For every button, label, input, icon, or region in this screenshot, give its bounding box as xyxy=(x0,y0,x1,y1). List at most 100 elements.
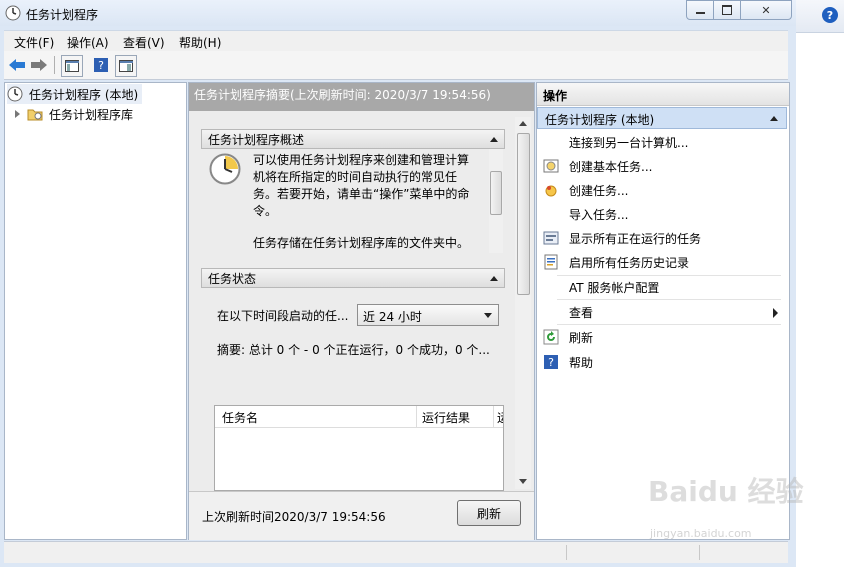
action-label: AT 服务帐户配置 xyxy=(569,280,660,295)
action-refresh[interactable]: 刷新 xyxy=(537,325,789,349)
action-label: 刷新 xyxy=(569,330,594,345)
close-button[interactable]: ✕ xyxy=(740,0,792,20)
filter-label: 在以下时间段启动的任... xyxy=(217,309,349,323)
blank-icon xyxy=(543,304,559,320)
actions-header-text: 操作 xyxy=(543,89,568,103)
action-show-running[interactable]: 显示所有正在运行的任务 xyxy=(537,226,789,250)
overview-scrollbar[interactable] xyxy=(489,149,503,253)
actions-header: 操作 xyxy=(537,83,789,106)
menu-action[interactable]: 操作(A) xyxy=(67,34,109,51)
blank-icon xyxy=(543,279,559,295)
summary-pane: 任务计划程序摘要(上次刷新时间: 2020/3/7 19:54:56) 任务计划… xyxy=(188,82,535,540)
clock-icon xyxy=(5,5,21,21)
history-icon xyxy=(543,254,559,270)
scrollbar-thumb[interactable] xyxy=(517,133,530,295)
action-create-task[interactable]: 创建任务... xyxy=(537,178,789,202)
help-icon[interactable]: ? xyxy=(822,7,838,23)
collapse-arrow-icon[interactable] xyxy=(770,116,778,121)
column-divider[interactable] xyxy=(416,406,417,427)
tree-item-library[interactable]: 任务计划程序库 xyxy=(15,104,133,124)
status-section-header[interactable]: 任务状态 xyxy=(201,268,505,288)
menu-help[interactable]: 帮助(H) xyxy=(179,34,221,51)
task-table: 任务名 运行结果 运 xyxy=(214,405,504,491)
forward-arrow-icon[interactable] xyxy=(29,55,49,75)
column-divider[interactable] xyxy=(493,406,494,427)
refresh-bar: 上次刷新时间2020/3/7 19:54:56 刷新 xyxy=(189,491,534,540)
console-tree-pane: 任务计划程序 (本地) 任务计划程序库 xyxy=(4,82,187,540)
maximize-icon xyxy=(722,5,732,15)
overview-text-2: 任务存储在任务计划程序库的文件夹中。 xyxy=(253,236,470,250)
toolbar: ? xyxy=(4,51,788,80)
summary-header-text: 任务计划程序摘要(上次刷新时间: 2020/3/7 19:54:56) xyxy=(194,88,491,102)
clock-large-icon xyxy=(209,153,241,185)
back-arrow-icon[interactable] xyxy=(7,55,27,75)
running-tasks-icon xyxy=(543,230,559,246)
status-divider xyxy=(699,545,700,560)
blank-icon xyxy=(543,134,559,150)
action-at-service-config[interactable]: AT 服务帐户配置 xyxy=(537,275,789,299)
status-title: 任务状态 xyxy=(208,271,257,286)
time-range-value: 近 24 小时 xyxy=(363,310,422,324)
title-bar: 任务计划程序 ✕ xyxy=(0,0,796,26)
action-label: 连接到另一台计算机... xyxy=(569,135,689,150)
menu-view[interactable]: 查看(V) xyxy=(123,34,165,51)
maximize-button[interactable] xyxy=(713,0,741,20)
toolbar-separator xyxy=(54,56,55,74)
time-range-select[interactable]: 近 24 小时 xyxy=(357,304,499,326)
action-pane-icon[interactable] xyxy=(115,55,137,77)
actions-group-header[interactable]: 任务计划程序 (本地) xyxy=(537,107,787,129)
collapse-arrow-icon[interactable] xyxy=(490,275,498,281)
minimize-button[interactable] xyxy=(686,0,714,20)
action-label: 创建基本任务... xyxy=(569,159,653,174)
last-refresh-text: 上次刷新时间2020/3/7 19:54:56 xyxy=(202,510,386,524)
action-help[interactable]: ? 帮助 xyxy=(537,350,789,374)
refresh-button-label: 刷新 xyxy=(476,506,501,521)
action-label: 启用所有任务历史记录 xyxy=(569,255,690,270)
overview-body: 可以使用任务计划程序来创建和管理计算机将在所指定的时间自动执行的常见任务。若要开… xyxy=(201,149,505,255)
create-basic-task-icon xyxy=(543,158,559,174)
expand-arrow-icon[interactable] xyxy=(15,110,20,118)
action-label: 创建任务... xyxy=(569,183,629,198)
action-label: 显示所有正在运行的任务 xyxy=(569,231,702,246)
action-view[interactable]: 查看 xyxy=(537,300,789,324)
create-task-icon xyxy=(543,182,559,198)
tree-item-label: 任务计划程序库 xyxy=(49,107,134,122)
submenu-arrow-icon xyxy=(773,308,778,318)
status-summary: 摘要: 总计 0 个 - 0 个正在运行，0 个成功，0 个... xyxy=(217,343,490,357)
window-title: 任务计划程序 xyxy=(26,8,99,22)
scrollbar-thumb[interactable] xyxy=(490,171,502,215)
tree-item-root[interactable]: 任务计划程序 (本地) xyxy=(7,84,143,104)
close-icon: ✕ xyxy=(761,3,771,17)
refresh-button[interactable]: 刷新 xyxy=(457,500,521,526)
summary-scrollbar[interactable] xyxy=(515,117,531,489)
scroll-down-icon[interactable] xyxy=(519,479,527,484)
svg-text:?: ? xyxy=(98,59,104,72)
console-tree-icon[interactable] xyxy=(61,55,83,77)
watermark-logo: Baidu 经验 xyxy=(648,475,804,508)
action-connect-computer[interactable]: 连接到另一台计算机... xyxy=(537,130,789,154)
chevron-down-icon xyxy=(484,313,492,318)
action-create-basic-task[interactable]: 创建基本任务... xyxy=(537,154,789,178)
actions-group-label: 任务计划程序 (本地) xyxy=(545,113,655,127)
clock-icon xyxy=(7,86,23,102)
action-label: 帮助 xyxy=(569,355,594,370)
summary-header: 任务计划程序摘要(上次刷新时间: 2020/3/7 19:54:56) xyxy=(189,83,534,111)
overview-section-header[interactable]: 任务计划程序概述 xyxy=(201,129,505,149)
action-enable-history[interactable]: 启用所有任务历史记录 xyxy=(537,250,789,274)
refresh-icon xyxy=(543,329,559,345)
tree-item-label: 任务计划程序 (本地) xyxy=(29,87,139,102)
column-header-result[interactable]: 运行结果 xyxy=(422,409,470,426)
task-table-header: 任务名 运行结果 运 xyxy=(215,406,503,428)
help-book-icon[interactable]: ? xyxy=(91,55,111,75)
menu-file[interactable]: 文件(F) xyxy=(14,34,54,51)
collapse-arrow-icon[interactable] xyxy=(490,136,498,142)
action-label: 查看 xyxy=(569,305,594,320)
scroll-up-icon[interactable] xyxy=(519,121,527,126)
svg-text:?: ? xyxy=(548,356,554,369)
column-header-more[interactable]: 运 xyxy=(497,409,503,426)
menu-bar: 文件(F) 操作(A) 查看(V) 帮助(H) xyxy=(4,30,788,52)
action-import-task[interactable]: 导入任务... xyxy=(537,202,789,226)
watermark-url: jingyan.baidu.com xyxy=(650,527,752,540)
column-header-task-name[interactable]: 任务名 xyxy=(222,409,258,426)
status-bar xyxy=(4,541,788,563)
